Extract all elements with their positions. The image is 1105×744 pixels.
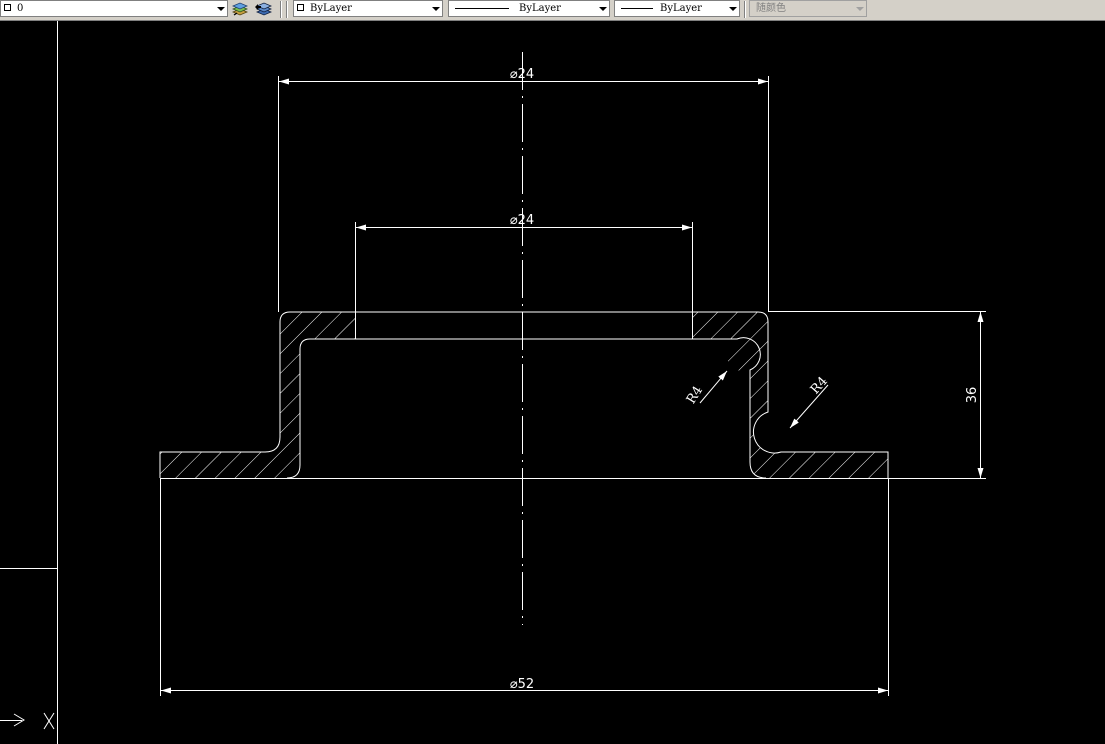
linetype-value: ByLayer [519,3,561,14]
dimension-text-top: ⌀24 [510,67,534,82]
lineweight-value: ByLayer [660,3,702,14]
dimension-text-height: 36 [965,387,980,404]
plotstyle-dropdown: 随颜色 [749,0,867,17]
toolbar-separator [280,1,282,18]
toolbar-separator [744,1,746,18]
color-value: ByLayer [310,3,352,14]
properties-toolbar: 0 ByLayer ByLayer ByLayer 随颜色 [0,0,1105,21]
lineweight-preview [621,8,653,9]
hatch-left-flange [160,437,280,478]
layer-stack-icon[interactable] [231,1,249,18]
hatch-left-wall [280,312,355,478]
radius-text-right: R4 [808,374,831,397]
layer-dropdown[interactable]: 0 [0,0,228,17]
radius-leader-left [699,370,728,404]
chevron-down-icon[interactable] [432,7,440,11]
radius-text-left: R4 [684,384,706,407]
chevron-down-icon [856,7,864,11]
hatch-right-wall [692,312,888,478]
layer-previous-icon[interactable] [254,1,273,18]
chevron-down-icon[interactable] [729,7,737,11]
color-swatch [297,4,304,11]
toolbar-separator [286,1,288,18]
dimension-text-middle: ⌀24 [510,213,534,228]
drawing-canvas[interactable]: ⌀24 ⌀24 ⌀52 36 R4 R4 [0,21,1105,744]
dimension-text-bottom: ⌀52 [510,677,534,692]
ucs-icon [0,712,55,730]
linetype-preview [455,8,509,9]
chevron-down-icon[interactable] [599,7,607,11]
layer-name: 0 [17,3,24,14]
linetype-dropdown[interactable]: ByLayer [448,0,610,17]
color-dropdown[interactable]: ByLayer [293,0,443,17]
plotstyle-value: 随颜色 [756,3,786,14]
inner-profile [286,337,767,479]
layer-color-swatch [4,4,11,11]
lineweight-dropdown[interactable]: ByLayer [614,0,740,17]
chevron-down-icon[interactable] [217,7,225,11]
